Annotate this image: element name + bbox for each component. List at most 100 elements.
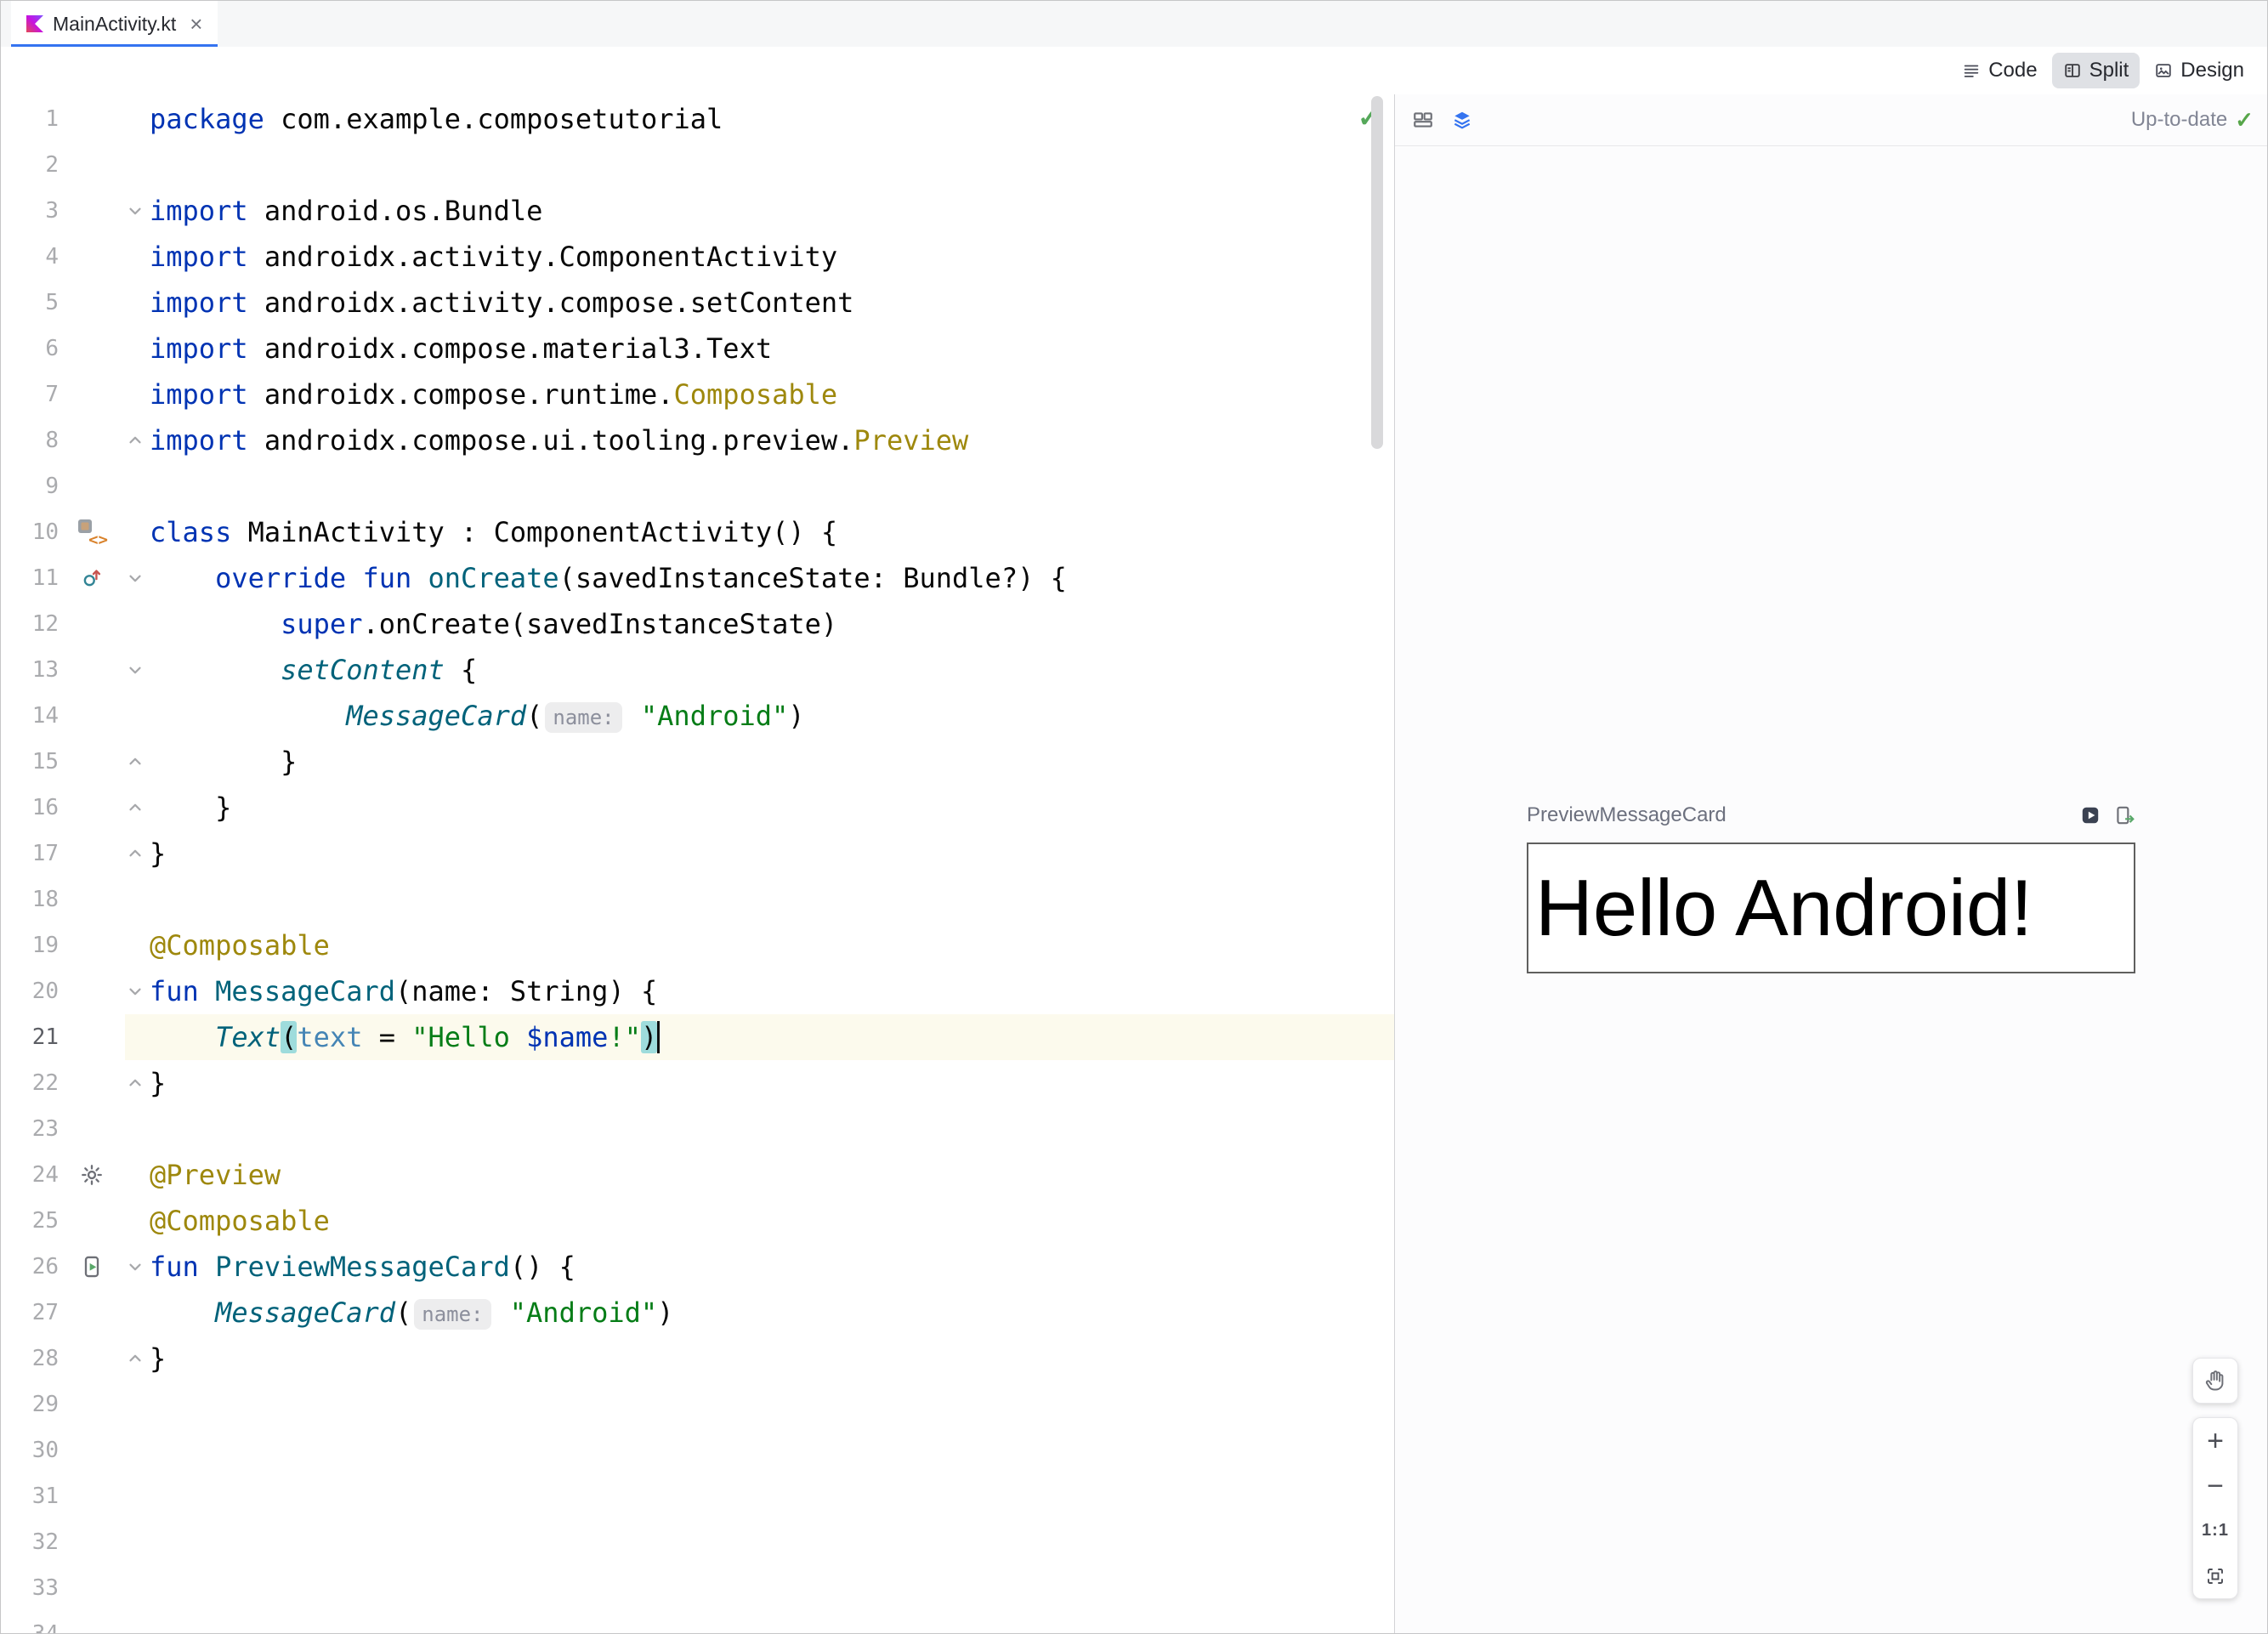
code-line[interactable]: 20 fun MessageCard(name: String) {: [1, 968, 1394, 1014]
code-line[interactable]: 33: [1, 1565, 1394, 1611]
code-line[interactable]: 6 import androidx.compose.material3.Text: [1, 326, 1394, 372]
interactive-mode-icon[interactable]: [2079, 804, 2101, 826]
layers-icon[interactable]: [1451, 109, 1473, 131]
line-number: 28: [31, 1346, 59, 1371]
fold-marker-icon[interactable]: [123, 831, 147, 877]
code-line-text: import androidx.activity.ComponentActivi…: [150, 241, 838, 273]
fold-marker-icon[interactable]: [123, 785, 147, 831]
design-view-button[interactable]: Design: [2143, 53, 2255, 88]
code-line[interactable]: 19 @Composable: [1, 922, 1394, 968]
fold-marker-icon[interactable]: [123, 417, 147, 463]
fold-marker-icon[interactable]: [123, 555, 147, 601]
code-line[interactable]: 30: [1, 1427, 1394, 1473]
line-number: 9: [45, 474, 59, 499]
code-line[interactable]: 12 super.onCreate(savedInstanceState): [1, 601, 1394, 647]
design-view-icon: [2156, 64, 2171, 77]
fold-marker-icon[interactable]: [123, 647, 147, 693]
code-line[interactable]: 5 import androidx.activity.compose.setCon…: [1, 280, 1394, 326]
code-line[interactable]: 2: [1, 142, 1394, 188]
line-number: 22: [31, 1070, 59, 1096]
fold-marker-icon[interactable]: [123, 1244, 147, 1290]
fold-marker-icon[interactable]: [123, 968, 147, 1014]
code-line[interactable]: 3 import android.os.Bundle: [1, 188, 1394, 234]
code-line[interactable]: 34: [1, 1611, 1394, 1633]
editor-mode-toolbar: Code Split Design: [1, 47, 2267, 95]
code-line[interactable]: 10 <> class MainActivity : ComponentActivi…: [1, 509, 1394, 555]
code-line-text: import androidx.compose.ui.tooling.previ…: [150, 424, 969, 457]
code-editor[interactable]: 1 package com.example.composetutorial 2 3 im…: [1, 94, 1394, 1633]
close-tab-icon[interactable]: ×: [190, 13, 202, 35]
preview-status: Up-to-date ✓: [2131, 94, 2254, 145]
editor-scrollbar[interactable]: [1371, 96, 1383, 449]
code-line[interactable]: 31: [1, 1473, 1394, 1519]
gutter-icon-slot[interactable]: [71, 1152, 113, 1198]
code-line-text: }: [150, 1067, 167, 1099]
fold-marker-icon[interactable]: [123, 739, 147, 785]
code-line[interactable]: 1 package com.example.composetutorial: [1, 96, 1394, 142]
code-line[interactable]: 14 MessageCard(name: "Android"): [1, 693, 1394, 739]
code-line[interactable]: 7 import androidx.compose.runtime.Composa…: [1, 372, 1394, 417]
tab-mainactivity[interactable]: MainActivity.kt ×: [11, 1, 218, 47]
code-line-text: @Composable: [150, 1205, 330, 1237]
code-line[interactable]: 27 MessageCard(name: "Android"): [1, 1290, 1394, 1336]
line-number: 19: [31, 933, 59, 958]
code-line[interactable]: 26 fun PreviewMessageCard() {: [1, 1244, 1394, 1290]
fold-marker-icon[interactable]: [123, 188, 147, 234]
code-line[interactable]: 9: [1, 463, 1394, 509]
zoom-actual-size-button[interactable]: 1:1: [2193, 1510, 2237, 1552]
code-line-text: import androidx.activity.compose.setCont…: [150, 287, 854, 319]
line-number: 8: [45, 428, 59, 453]
grid-mode-icon[interactable]: [1412, 109, 1434, 131]
line-number: 29: [31, 1392, 59, 1417]
code-line[interactable]: 32: [1, 1519, 1394, 1565]
code-line[interactable]: 24 @Preview: [1, 1152, 1394, 1198]
code-line[interactable]: 28}: [1, 1336, 1394, 1382]
code-view-button[interactable]: Code: [1951, 53, 2048, 88]
zoom-out-button[interactable]: −: [2193, 1465, 2237, 1507]
related-files-icon[interactable]: <>: [77, 518, 108, 548]
code-line[interactable]: 16 }: [1, 785, 1394, 831]
line-number: 17: [31, 841, 59, 866]
code-line[interactable]: 11 override fun onCreate(savedInstanceSt…: [1, 555, 1394, 601]
line-number: 14: [31, 703, 59, 729]
run-on-device-icon[interactable]: [2113, 804, 2135, 826]
gutter-icon-slot[interactable]: [71, 1244, 113, 1290]
code-line[interactable]: 29: [1, 1382, 1394, 1427]
gutter-icon-slot[interactable]: <>: [71, 509, 113, 555]
code-line[interactable]: 15 }: [1, 739, 1394, 785]
line-number: 18: [31, 887, 59, 912]
fold-marker-icon[interactable]: [123, 1060, 147, 1106]
zoom-in-button[interactable]: +: [2193, 1420, 2237, 1462]
code-line[interactable]: 25 @Composable: [1, 1198, 1394, 1244]
code-line[interactable]: 13 setContent {: [1, 647, 1394, 693]
code-line[interactable]: 17}: [1, 831, 1394, 877]
code-line[interactable]: 4 import androidx.activity.ComponentActiv…: [1, 234, 1394, 280]
overrides-icon[interactable]: [81, 567, 103, 589]
pan-tool-button[interactable]: [2192, 1358, 2238, 1404]
code-line[interactable]: 23: [1, 1106, 1394, 1152]
line-number: 24: [31, 1162, 59, 1188]
zoom-to-fit-button[interactable]: [2193, 1555, 2237, 1597]
code-line[interactable]: 22}: [1, 1060, 1394, 1106]
gear-icon[interactable]: [80, 1163, 104, 1187]
gutter-icon-slot[interactable]: [71, 555, 113, 601]
line-number: 20: [31, 979, 59, 1004]
line-number: 10: [31, 519, 59, 545]
code-line-text: override fun onCreate(savedInstanceState…: [215, 562, 1067, 594]
line-number: 16: [31, 795, 59, 820]
preview-action-icons: [2079, 804, 2135, 826]
code-line-text: fun PreviewMessageCard() {: [150, 1251, 576, 1283]
design-view-label: Design: [2180, 59, 2244, 82]
line-number: 5: [45, 290, 59, 315]
fold-marker-icon[interactable]: [123, 1336, 147, 1382]
code-line[interactable]: 21 Text(text = "Hello $name!"): [1, 1014, 1394, 1060]
tab-title: MainActivity.kt: [53, 12, 177, 35]
preview-toolbar-icons: [1412, 94, 1473, 145]
split-view-button[interactable]: Split: [2051, 53, 2140, 88]
line-number: 30: [31, 1438, 59, 1463]
zoom-to-fit-icon: [2208, 1568, 2223, 1584]
preview-name-label: PreviewMessageCard: [1527, 803, 1727, 826]
run-preview-icon[interactable]: [80, 1255, 104, 1279]
code-line[interactable]: 8 import androidx.compose.ui.tooling.prev…: [1, 417, 1394, 463]
code-line[interactable]: 18: [1, 877, 1394, 922]
